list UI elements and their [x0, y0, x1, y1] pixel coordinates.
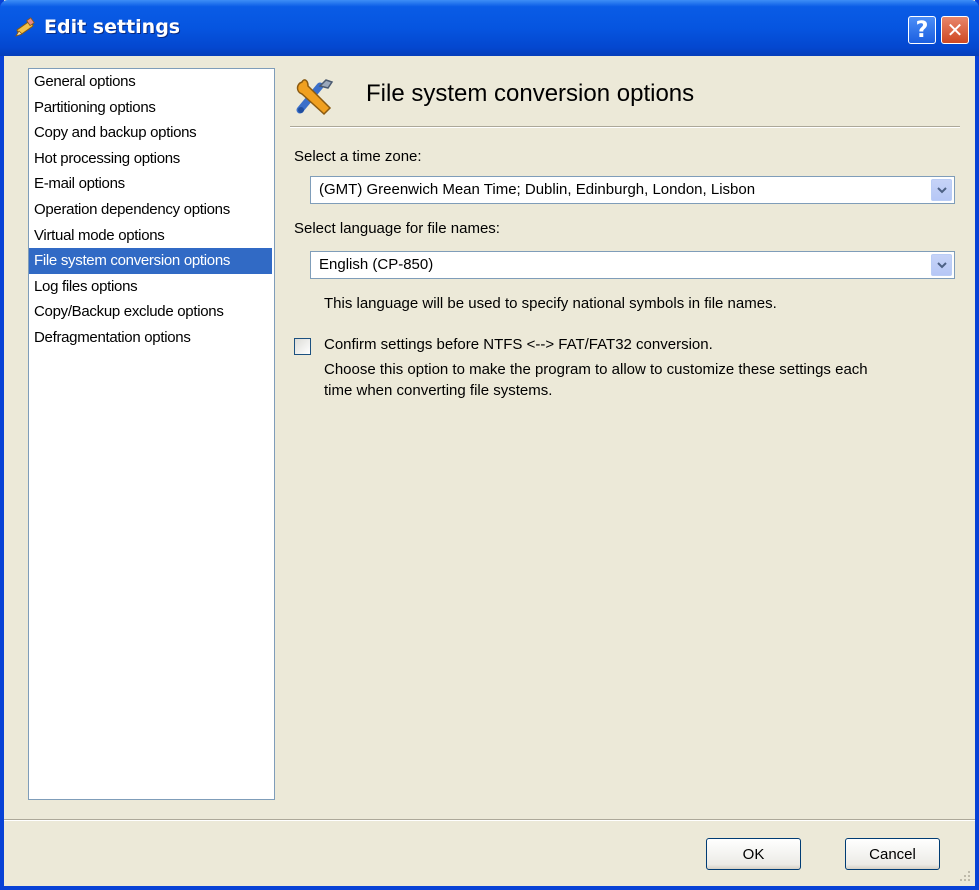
- header-divider: [290, 126, 960, 128]
- nav-item-log-files[interactable]: Log files options: [29, 274, 272, 300]
- help-icon: ?: [915, 17, 929, 43]
- language-hint: This language will be used to specify na…: [324, 295, 777, 312]
- language-select[interactable]: English (CP-850): [310, 251, 955, 279]
- edit-settings-dialog: Edit settings ? ✕ General options Partit…: [0, 0, 979, 890]
- settings-category-list[interactable]: General options Partitioning options Cop…: [28, 68, 275, 800]
- resize-grip-icon[interactable]: [959, 870, 971, 882]
- language-label: Select language for file names:: [294, 220, 500, 237]
- nav-item-email[interactable]: E-mail options: [29, 171, 272, 197]
- confirm-settings-checkbox[interactable]: [294, 338, 311, 355]
- nav-item-operation-dependency[interactable]: Operation dependency options: [29, 197, 272, 223]
- nav-item-virtual-mode[interactable]: Virtual mode options: [29, 223, 272, 249]
- confirm-settings-label[interactable]: Confirm settings before NTFS <--> FAT/FA…: [324, 336, 713, 353]
- title-bar[interactable]: Edit settings ? ✕: [0, 0, 979, 56]
- nav-item-copy-backup-exclude[interactable]: Copy/Backup exclude options: [29, 299, 272, 325]
- chevron-down-icon: [936, 186, 947, 193]
- chevron-down-icon: [936, 261, 947, 268]
- cancel-button[interactable]: Cancel: [845, 838, 940, 870]
- nav-item-file-system-conversion[interactable]: File system conversion options: [29, 248, 272, 274]
- timezone-label: Select a time zone:: [294, 148, 422, 165]
- page-title: File system conversion options: [366, 80, 695, 107]
- timezone-dropdown-button[interactable]: [931, 179, 952, 201]
- ok-button[interactable]: OK: [706, 838, 801, 870]
- help-button[interactable]: ?: [908, 16, 936, 44]
- nav-item-partitioning[interactable]: Partitioning options: [29, 95, 272, 121]
- window-title: Edit settings: [44, 16, 181, 38]
- nav-item-hot-processing[interactable]: Hot processing options: [29, 146, 272, 172]
- tools-icon: [296, 79, 334, 116]
- nav-item-defragmentation[interactable]: Defragmentation options: [29, 325, 272, 351]
- pencil-icon: [15, 17, 35, 37]
- nav-item-general[interactable]: General options: [29, 69, 272, 95]
- confirm-settings-hint-line1: Choose this option to make the program t…: [324, 361, 868, 378]
- timezone-value: (GMT) Greenwich Mean Time; Dublin, Edinb…: [319, 181, 756, 198]
- language-value: English (CP-850): [319, 256, 434, 273]
- footer-divider: [4, 819, 975, 821]
- nav-item-copy-backup[interactable]: Copy and backup options: [29, 120, 272, 146]
- timezone-select[interactable]: (GMT) Greenwich Mean Time; Dublin, Edinb…: [310, 176, 955, 204]
- close-button[interactable]: ✕: [941, 16, 969, 44]
- close-icon: ✕: [946, 18, 964, 42]
- language-dropdown-button[interactable]: [931, 254, 952, 276]
- confirm-settings-hint-line2: time when converting file systems.: [324, 382, 553, 399]
